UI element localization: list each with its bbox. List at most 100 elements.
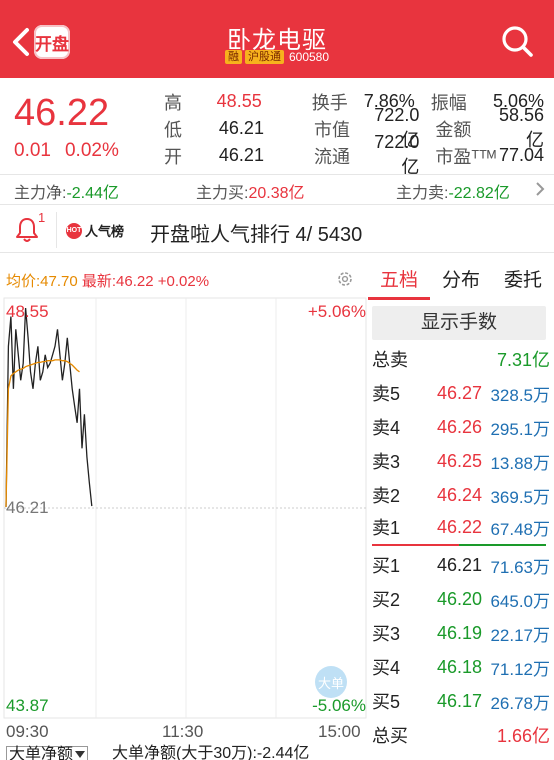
chart-header: 均价:47.70 最新:46.22 +0.02% <box>6 270 209 291</box>
stats-row: 低 46.21 市值 722.0亿 金额 58.56亿 <box>164 105 544 150</box>
tab-distribution[interactable]: 分布 <box>430 262 492 300</box>
order-book-tabs: 五档 分布 委托 <box>368 262 554 300</box>
divider <box>0 252 554 253</box>
stock-code: 600580 <box>288 50 330 64</box>
bell-icon[interactable] <box>14 216 40 244</box>
level-price: 46.27 <box>436 382 482 403</box>
sell-flow: 主力卖:-22.82亿 <box>396 179 510 203</box>
popularity-row[interactable]: 1 HOT 人气榜 开盘啦人气排行 4/ 5430 <box>0 208 554 252</box>
pct-axis-low: -5.06% <box>312 696 366 715</box>
change-value: 0.01 <box>14 140 51 161</box>
popularity-rank: 开盘啦人气排行 4/ 5430 <box>150 224 363 246</box>
hot-icon: HOT <box>66 222 82 239</box>
big-order-bubble[interactable]: 大单 <box>315 666 347 698</box>
level-label: 卖4 <box>372 418 401 438</box>
sell-level-row: 卖3 46.25 13.88万 <box>372 444 550 478</box>
level-price: 46.22 <box>436 516 482 537</box>
total-buy-label: 总买 <box>372 726 408 746</box>
stats-row: 开 46.21 流通 722.0亿 市盈ᵀᵀᴹ 77.04 <box>164 132 544 177</box>
stat-value: 46.21 <box>218 118 264 138</box>
alert-count: 1 <box>38 210 46 225</box>
stat-label: 流通 <box>313 146 350 167</box>
stat-label: 高 <box>164 92 182 113</box>
x-tick: 09:30 <box>6 722 49 741</box>
sell-level-row: 卖4 46.26 295.1万 <box>372 410 550 444</box>
sell-level-row: 卖2 46.24 369.5万 <box>372 478 550 512</box>
stats-row: 高 48.55 换手 7.86% 振幅 5.06% <box>164 88 544 115</box>
x-tick: 11:30 <box>162 722 204 741</box>
popularity-logo: HOT 人气榜 <box>66 221 124 240</box>
buy-level-row: 买5 46.17 26.78万 <box>372 684 550 718</box>
y-axis-low: 43.87 <box>6 696 49 715</box>
level-label: 卖5 <box>372 384 401 404</box>
sell-level-row: 卖1 46.22 67.48万 <box>372 510 550 544</box>
stats-grid: 高 48.55 换手 7.86% 振幅 5.06% 低 46.21 市值 722… <box>164 88 544 177</box>
y-axis-mid: 46.21 <box>6 498 49 517</box>
buy-flow-label: 主力买: <box>196 185 249 202</box>
stat-value: 46.21 <box>218 145 264 165</box>
level-price: 46.17 <box>436 690 482 711</box>
stat-label: 低 <box>164 119 182 140</box>
level-price: 46.21 <box>436 554 482 575</box>
change-percent: 0.02% <box>64 140 119 161</box>
gear-icon[interactable] <box>336 270 354 288</box>
level-volume: 328.5万 <box>490 385 550 405</box>
order-book: 五档 分布 委托 显示手数 总卖 7.31亿 卖5 46.27 328.5万 卖… <box>368 262 554 760</box>
stat-label: 金额 <box>435 119 472 140</box>
popularity-logo-text: 人气榜 <box>85 224 125 239</box>
net-flow-value: -2.44亿 <box>66 185 119 202</box>
level-label: 买2 <box>372 590 401 610</box>
latest-price: 最新:46.22 +0.02% <box>81 273 210 290</box>
level-volume: 71.12万 <box>490 659 550 679</box>
buy-level-row: 买3 46.19 22.17万 <box>372 616 550 650</box>
level-price: 46.20 <box>436 588 482 609</box>
caret-down-icon <box>75 751 86 758</box>
tab-five-levels[interactable]: 五档 <box>368 262 430 300</box>
level-label: 买4 <box>372 658 401 678</box>
indicator-text: 大单净额(大于30万):-2.44亿 <box>112 745 310 760</box>
pct-axis-high: +5.06% <box>307 302 366 321</box>
total-buy-row: 总买 1.66亿 <box>372 718 550 752</box>
net-flow-label: 主力净: <box>14 185 67 202</box>
main-force-flow[interactable]: 主力净:-2.44亿 主力买:20.38亿 主力卖:-22.82亿 <box>0 174 554 204</box>
level-label: 卖2 <box>372 486 401 506</box>
quote-summary: 46.22 0.01 0.02% 高 48.55 换手 7.86% 振幅 5.06… <box>0 78 554 177</box>
buy-level-row: 买2 46.20 645.0万 <box>372 582 550 616</box>
level-label: 买3 <box>372 624 401 644</box>
buy-flow: 主力买:20.38亿 <box>196 179 305 203</box>
stock-subtitle: 融 沪股通 600580 <box>0 50 554 64</box>
level-volume: 22.17万 <box>490 625 550 645</box>
buy-level-row: 买1 46.21 71.63万 <box>372 548 550 582</box>
level-price: 46.26 <box>436 416 482 437</box>
avg-price: 均价:47.70 <box>6 273 78 290</box>
level-volume: 295.1万 <box>490 419 550 439</box>
level-volume: 26.78万 <box>490 693 550 713</box>
intraday-chart[interactable] <box>0 296 368 720</box>
stat-value: 77.04 <box>498 145 544 165</box>
stat-label: 换手 <box>311 92 348 113</box>
indicator-select[interactable]: 大单净额 <box>6 746 89 760</box>
avg-price-series-line <box>5 359 80 508</box>
connect-tag: 沪股通 <box>244 50 284 64</box>
buy-level-row: 买4 46.18 71.12万 <box>372 650 550 684</box>
level-volume: 71.63万 <box>490 557 550 577</box>
sell-flow-value: -22.82亿 <box>448 185 510 202</box>
stat-label: 振幅 <box>430 92 467 113</box>
y-axis-high: 48.55 <box>6 302 49 321</box>
divider <box>56 212 57 248</box>
level-price: 46.24 <box>436 484 482 505</box>
current-price: 46.22 <box>14 92 110 134</box>
net-flow: 主力净:-2.44亿 <box>14 179 119 203</box>
search-icon[interactable] <box>500 24 534 58</box>
stat-label: 市盈ᵀᵀᴹ <box>435 146 497 167</box>
total-buy-value: 1.66亿 <box>496 726 550 746</box>
sell-flow-label: 主力卖: <box>396 185 449 202</box>
stat-value: 722.0亿 <box>374 132 420 177</box>
total-sell-row: 总卖 7.31亿 <box>372 342 550 376</box>
show-hands-button[interactable]: 显示手数 <box>372 306 546 340</box>
level-volume: 13.88万 <box>490 453 550 473</box>
indicator-value: 大单净额(大于30万):-2.44亿 <box>112 746 309 760</box>
tab-orders[interactable]: 委托 <box>492 262 554 300</box>
sell-level-row: 卖5 46.27 328.5万 <box>372 376 550 410</box>
price-series-line <box>5 307 93 508</box>
